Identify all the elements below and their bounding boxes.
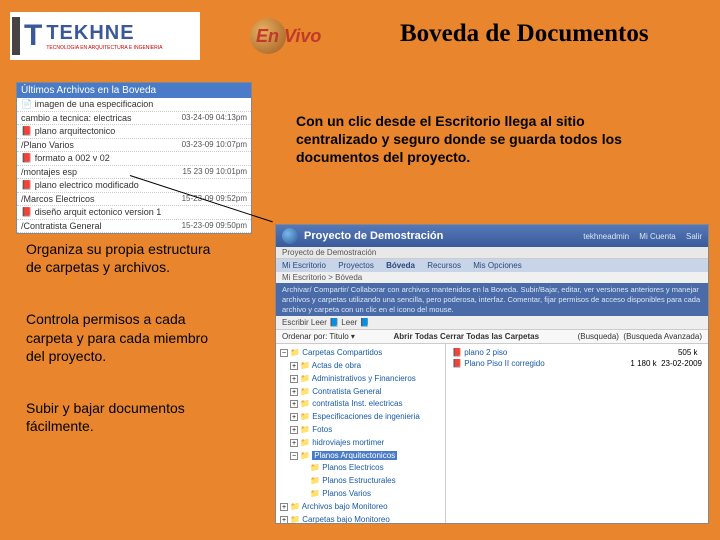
panel2-titlebar: Proyecto de Demostración tekhneadmin Mi … bbox=[276, 225, 708, 247]
logo-main: TEKHNE bbox=[46, 22, 162, 45]
recent-files-panel: Últimos Archivos en la Boveda 📄 imagen d… bbox=[16, 82, 252, 234]
file-row[interactable]: 📕 plano 2 piso505 k bbox=[452, 347, 702, 358]
page-title: Boveda de Documentos bbox=[400, 20, 649, 48]
top-nav: tekhneadmin Mi Cuenta Salir bbox=[575, 232, 702, 241]
tab-proyectos[interactable]: Proyectos bbox=[338, 261, 374, 270]
recent-file-row[interactable]: 📕 diseño arquit ectonico version 1 bbox=[17, 206, 251, 220]
folder-tree[interactable]: −📁 Carpetas Compartidos+📁 Actas de obra+… bbox=[276, 344, 446, 524]
recent-file-row[interactable]: 📄 imagen de una especificacion bbox=[17, 98, 251, 112]
nav-logout[interactable]: Salir bbox=[686, 232, 702, 241]
adv-search-link[interactable]: (Busqueda Avanzada) bbox=[623, 332, 702, 341]
tree-node[interactable]: +📁 Contratista General bbox=[280, 386, 441, 399]
file-row[interactable]: 📕 Plano Piso II corregido1 180 k 23-02-2… bbox=[452, 358, 702, 369]
boveda-panel: Proyecto de Demostración tekhneadmin Mi … bbox=[275, 224, 709, 524]
nav-user: tekhneadmin bbox=[583, 232, 629, 241]
tab-boveda[interactable]: Bóveda bbox=[386, 261, 415, 270]
sub-nav: Proyecto de Demostración bbox=[276, 247, 708, 259]
tree-node[interactable]: −📁 Carpetas Compartidos bbox=[280, 347, 441, 360]
envivo-logo: En Vivo bbox=[250, 18, 321, 54]
recent-file-row[interactable]: /Contratista General15-23-09 09:50pm bbox=[17, 220, 251, 233]
file-list[interactable]: 📕 plano 2 piso505 k 📕 Plano Piso II corr… bbox=[446, 344, 708, 524]
controls: Ordenar por: Titulo ▾ Abrir Todas Cerrar… bbox=[276, 330, 708, 344]
search-link[interactable]: (Busqueda) bbox=[578, 332, 619, 341]
tree-node[interactable]: 📁 Planos Estructurales bbox=[280, 475, 441, 488]
tree-node[interactable]: +📁 Carpetas bajo Monitoreo bbox=[280, 514, 441, 524]
tab-recursos[interactable]: Recursos bbox=[427, 261, 461, 270]
sort-by[interactable]: Ordenar por: Titulo ▾ bbox=[282, 332, 355, 341]
tree-node[interactable]: +📁 Administrativos y Financieros bbox=[280, 373, 441, 386]
info-text: Archivar/ Compartir/ Collaborar con arch… bbox=[276, 283, 708, 316]
panel1-header: Últimos Archivos en la Boveda bbox=[17, 83, 251, 98]
tab-opciones[interactable]: Mis Opciones bbox=[473, 261, 521, 270]
recent-file-row[interactable]: /Plano Varios03-23-09 10:07pm bbox=[17, 139, 251, 152]
sidebar-p2: Controla permisos a cada carpeta y para … bbox=[26, 310, 226, 365]
sidebar-text: Organiza su propia estructura de carpeta… bbox=[26, 240, 226, 469]
recent-file-row[interactable]: cambio a tecnica: electricas03-24-09 04:… bbox=[17, 112, 251, 125]
tree-node[interactable]: +📁 Archivos bajo Monitoreo bbox=[280, 501, 441, 514]
tree-node[interactable]: 📁 Planos Varios bbox=[280, 488, 441, 501]
tabs: Mi Escritorio Proyectos Bóveda Recursos … bbox=[276, 259, 708, 272]
tree-node[interactable]: +📁 contratista Inst. electricas bbox=[280, 398, 441, 411]
logo-sub: TECNOLOGIA EN ARQUITECTURA E INGENIERIA bbox=[46, 45, 162, 51]
sidebar-p1: Organiza su propia estructura de carpeta… bbox=[26, 240, 226, 276]
sidebar-p3: Subir y bajar documentos fácilmente. bbox=[26, 399, 226, 435]
recent-file-row[interactable]: 📕 plano electrico modificado bbox=[17, 179, 251, 193]
tree-node[interactable]: 📁 Planos Electricos bbox=[280, 462, 441, 475]
tree-node[interactable]: +📁 hidroviajes mortimer bbox=[280, 437, 441, 450]
recent-file-row[interactable]: 📕 plano arquitectonico bbox=[17, 125, 251, 139]
breadcrumb: Mi Escritorio > Bóveda bbox=[276, 272, 708, 283]
expand-collapse[interactable]: Abrir Todas Cerrar Todas las Carpetas bbox=[394, 332, 540, 341]
tab-escritorio[interactable]: Mi Escritorio bbox=[282, 261, 326, 270]
tree-node[interactable]: +📁 Actas de obra bbox=[280, 360, 441, 373]
tree-node[interactable]: −📁 Planos Arquitectonicos bbox=[280, 450, 441, 463]
description-main: Con un clic desde el Escritorio llega al… bbox=[296, 112, 662, 167]
recent-file-row[interactable]: 📕 formato a 002 v 02 bbox=[17, 152, 251, 166]
globe-icon bbox=[282, 228, 298, 244]
tekhne-logo: T TEKHNE TECNOLOGIA EN ARQUITECTURA E IN… bbox=[10, 12, 200, 60]
project-title: Proyecto de Demostración bbox=[304, 230, 575, 242]
tree-node[interactable]: +📁 Especificaciones de ingenieria bbox=[280, 411, 441, 424]
tree-node[interactable]: +📁 Fotos bbox=[280, 424, 441, 437]
nav-account[interactable]: Mi Cuenta bbox=[639, 232, 675, 241]
toolbar[interactable]: Escribir Leer 📘 Leer 📘 bbox=[276, 316, 708, 330]
envivo-text: En Vivo bbox=[256, 26, 321, 47]
